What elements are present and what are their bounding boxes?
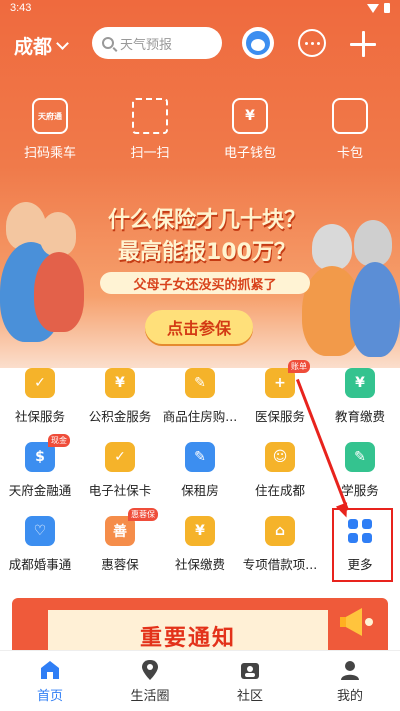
banner-tagline: 父母子女还没买的抓紧了	[100, 272, 310, 294]
search-icon	[102, 37, 114, 49]
banner-title: 什么保险才几十块？	[107, 208, 306, 233]
promo-banner[interactable]: 什么保险才几十块？ 最高能报100万？ 父母子女还没买的抓紧了 点击参保	[0, 182, 400, 362]
message-button[interactable]	[298, 29, 326, 57]
service-item[interactable]: $ 现金 天府金融通	[0, 434, 80, 516]
chevron-down-icon	[56, 36, 69, 50]
quick-action-label: 扫一扫	[130, 146, 170, 161]
service-label: 学服务	[341, 483, 379, 498]
nav-item-location-pin[interactable]: 生活圈	[100, 651, 200, 711]
grandpa-body	[350, 262, 400, 357]
service-item[interactable]: ¥ 教育缴费	[320, 368, 400, 442]
home-icon	[39, 659, 61, 681]
service-label: 专项借款项...	[242, 557, 318, 572]
wedding-icon: ♡	[25, 516, 55, 546]
mascot-icon	[246, 31, 270, 55]
dot-icon	[304, 41, 308, 45]
service-item[interactable]: ✓ 电子社保卡	[80, 442, 160, 516]
quick-action-label: 扫码乘车	[23, 146, 76, 161]
grandpa-figure	[354, 220, 392, 266]
notice-panel: 重要通知	[48, 610, 328, 650]
quick-action-bus-card[interactable]: 天府通 扫码乘车	[0, 98, 100, 161]
service-item[interactable]: ✓ 社保服务	[0, 368, 80, 442]
service-label: 惠蓉保	[101, 557, 139, 572]
scan-icon	[132, 98, 168, 134]
search-bar[interactable]: 天气预报	[92, 27, 222, 59]
service-item[interactable]: ✎ 保租房	[160, 442, 240, 516]
rent-house-icon: ✎	[185, 442, 215, 472]
quick-action-wallet[interactable]: ¥ 电子钱包	[200, 98, 300, 161]
service-label: 天府金融通	[8, 483, 72, 498]
status-time: 3:43	[10, 2, 32, 14]
location-pin-icon	[139, 659, 161, 681]
nav-label: 生活圈	[130, 689, 170, 704]
service-item[interactable]: ¥ 社保缴费	[160, 516, 240, 590]
nav-label: 我的	[336, 689, 363, 704]
dot-icon	[310, 41, 314, 45]
quick-actions: 天府通 扫码乘车 扫一扫 ¥ 电子钱包 卡包	[0, 98, 400, 161]
service-label: 社保缴费	[174, 557, 225, 572]
bottom-navigation: 首页 生活圈 社区 我的	[0, 650, 400, 711]
add-button[interactable]	[350, 31, 376, 57]
service-item[interactable]: 善惠蓉保 惠蓉保	[80, 508, 160, 590]
city-label: 成都	[14, 36, 53, 58]
house-pen-icon: ✎	[185, 368, 215, 398]
service-label: 社保服务	[14, 409, 65, 424]
status-bar: 3:43	[0, 0, 400, 18]
notice-banner[interactable]: 重要通知	[12, 598, 388, 650]
quick-action-scan[interactable]: 扫一扫	[100, 98, 200, 161]
service-label: 商品住房购...	[162, 409, 238, 424]
house-yuan-icon: ¥	[105, 368, 135, 398]
city-selector[interactable]: 成都	[14, 32, 69, 59]
status-icons	[367, 3, 390, 13]
profile-icon	[339, 659, 361, 681]
service-label: 保租房	[181, 483, 219, 498]
service-item[interactable]: ♡ 成都婚事通	[0, 516, 80, 590]
wallet-yuan-icon: ¥	[345, 368, 375, 398]
loan-house-icon: ⌂	[265, 516, 295, 546]
service-item[interactable]: ✎ 商品住房购...	[160, 368, 240, 442]
quick-action-label: 卡包	[336, 146, 363, 161]
nav-item-profile[interactable]: 我的	[300, 651, 400, 711]
quick-action-card-wallet[interactable]: 卡包	[300, 98, 400, 161]
megaphone-icon	[340, 608, 373, 636]
search-placeholder: 天气预报	[120, 37, 173, 53]
quick-action-label: 电子钱包	[223, 146, 276, 161]
dot-icon	[316, 41, 320, 45]
service-label: 公积金服务	[88, 409, 152, 424]
shield-check-icon: ✓	[25, 368, 55, 398]
mother-body	[34, 252, 84, 332]
banner-subtitle: 最高能报100万？	[118, 240, 296, 265]
services-panel: ✓ 社保服务 ¥ 公积金服务 ✎ 商品住房购... + 账单 医保服务 ¥ 教育缴费 $ 现金 天府金融通…	[0, 360, 400, 590]
service-badge: 现金	[48, 434, 70, 447]
service-label: 医保服务	[254, 409, 305, 424]
card-wallet-icon	[332, 98, 368, 134]
service-item[interactable]: ¥ 公积金服务	[80, 368, 160, 442]
home-face-icon: ☺	[265, 442, 295, 472]
nav-label: 社区	[236, 689, 263, 704]
nav-item-community[interactable]: 社区	[200, 651, 300, 711]
nav-label: 首页	[36, 689, 63, 704]
service-label: 电子社保卡	[88, 483, 152, 498]
wifi-icon	[367, 3, 379, 13]
service-label: 教育缴费	[334, 409, 385, 424]
bus-card-icon: 天府通	[32, 98, 68, 134]
service-item[interactable]: ✎ 学服务	[320, 442, 400, 516]
notice-title: 重要通知	[139, 626, 236, 650]
service-item[interactable]: ⌂ 专项借款项...	[240, 516, 320, 590]
community-icon	[239, 659, 261, 681]
service-label: 成都婚事通	[8, 557, 72, 572]
service-label: 住在成都	[254, 483, 305, 498]
nav-item-home[interactable]: 首页	[0, 651, 100, 711]
avatar[interactable]	[242, 27, 274, 59]
battery-icon	[384, 3, 390, 13]
wallet-icon: ¥	[232, 98, 268, 134]
shield-card-icon: ✓	[105, 442, 135, 472]
service-badge: 惠蓉保	[128, 508, 158, 521]
study-icon: ✎	[345, 442, 375, 472]
service-item[interactable]: ☺ 住在成都	[240, 442, 320, 516]
enroll-button[interactable]: 点击参保	[145, 310, 253, 344]
mother-figure	[40, 212, 76, 256]
payment-icon: ¥	[185, 516, 215, 546]
service-badge: 账单	[288, 360, 310, 373]
